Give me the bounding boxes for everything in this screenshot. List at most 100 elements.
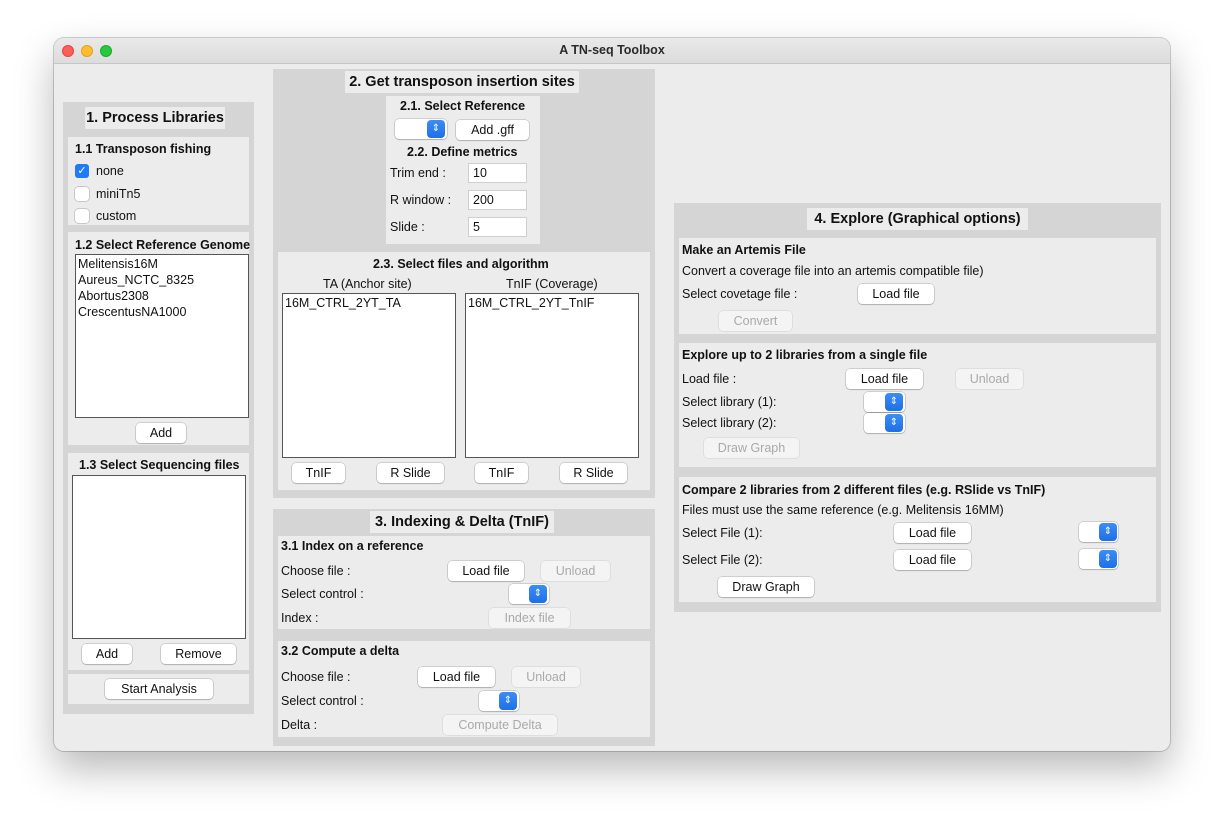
add-genome-button[interactable]: Add: [136, 423, 186, 443]
file1-library-select[interactable]: ⇕: [1079, 522, 1118, 542]
delta-choose-file-label: Choose file :: [281, 670, 351, 684]
list-item[interactable]: 16M_CTRL_2YT_TA: [285, 295, 453, 311]
trim-end-label: Trim end :: [390, 166, 446, 180]
remove-seqfile-button[interactable]: Remove: [161, 644, 236, 664]
ta-files-list[interactable]: 16M_CTRL_2YT_TA: [282, 293, 456, 458]
window-title: A TN-seq Toolbox: [559, 43, 665, 57]
chevron-updown-icon: ⇕: [1099, 550, 1117, 568]
section-insertion-sites: 2. Get transposon insertion sites 2.1. S…: [273, 69, 655, 498]
tnif-header: TnIF (Coverage): [506, 277, 598, 291]
genome-list[interactable]: Melitensis16M Aureus_NCTC_8325 Abortus23…: [75, 254, 249, 418]
genome-title: 1.2 Select Reference Genome: [75, 238, 251, 252]
compare-draw-graph-button[interactable]: Draw Graph: [718, 577, 814, 597]
none-label: none: [96, 164, 124, 178]
explore-load-file-button[interactable]: Load file: [846, 369, 923, 389]
library1-label: Select library (1):: [682, 395, 777, 409]
reference-genome-group: 1.2 Select Reference Genome Melitensis16…: [68, 232, 251, 445]
files-algorithm-group: 2.3. Select files and algorithm TA (Anch…: [278, 252, 650, 490]
tnif-files-list[interactable]: 16M_CTRL_2YT_TnIF: [465, 293, 639, 458]
chevron-updown-icon: ⇕: [1099, 523, 1117, 541]
seqfiles-title: 1.3 Select Sequencing files: [79, 458, 240, 472]
trim-end-input[interactable]: 10: [468, 163, 527, 183]
ta-rslide-button[interactable]: R Slide: [377, 463, 444, 483]
explore-unload-button[interactable]: Unload: [956, 369, 1023, 389]
custom-checkbox[interactable]: [75, 209, 89, 223]
files-algorithm-title: 2.3. Select files and algorithm: [373, 257, 549, 271]
file1-load-button[interactable]: Load file: [894, 523, 971, 543]
add-gff-button[interactable]: Add .gff: [456, 120, 529, 140]
file1-label: Select File (1):: [682, 526, 763, 540]
list-item[interactable]: CrescentusNA1000: [78, 304, 246, 320]
reference-metrics-group: 2.1. Select Reference ⇕ Add .gff 2.2. De…: [386, 96, 540, 244]
section4-title: 4. Explore (Graphical options): [807, 208, 1028, 230]
delta-control-label: Select control :: [281, 694, 364, 708]
compare-title: Compare 2 libraries from 2 different fil…: [682, 483, 1046, 497]
file2-library-select[interactable]: ⇕: [1079, 549, 1118, 569]
tnif-rslide-button[interactable]: R Slide: [560, 463, 627, 483]
list-item[interactable]: Aureus_NCTC_8325: [78, 272, 246, 288]
delta-label: Delta :: [281, 718, 318, 732]
index-control-label: Select control :: [281, 587, 364, 601]
explore-title: Explore up to 2 libraries from a single …: [682, 348, 928, 362]
index-file-button[interactable]: Index file: [489, 608, 570, 628]
slide-label: Slide :: [390, 220, 425, 234]
file2-load-button[interactable]: Load file: [894, 550, 971, 570]
index-title: 3.1 Index on a reference: [281, 539, 424, 553]
library2-select[interactable]: ⇕: [864, 413, 905, 433]
index-choose-file-label: Choose file :: [281, 564, 351, 578]
custom-label: custom: [96, 209, 137, 223]
delta-unload-button[interactable]: Unload: [512, 667, 580, 687]
sequencing-files-list[interactable]: [72, 475, 246, 639]
none-checkbox[interactable]: ✓: [75, 164, 89, 178]
select-reference-title: 2.1. Select Reference: [400, 99, 526, 113]
r-window-input[interactable]: 200: [468, 190, 527, 210]
start-analysis-button[interactable]: Start Analysis: [105, 679, 213, 699]
ta-tnif-button[interactable]: TnIF: [292, 463, 345, 483]
artemis-description: Convert a coverage file into an artemis …: [682, 264, 984, 278]
index-control-select[interactable]: ⇕: [509, 584, 549, 604]
app-window: A TN-seq Toolbox 1. Process Libraries 1.…: [54, 38, 1170, 751]
minitn5-checkbox[interactable]: [75, 187, 89, 201]
library2-label: Select library (2):: [682, 416, 777, 430]
list-item[interactable]: 16M_CTRL_2YT_TnIF: [468, 295, 636, 311]
artemis-load-file-button[interactable]: Load file: [858, 284, 934, 304]
r-window-label: R window :: [390, 193, 452, 207]
section3-title: 3. Indexing & Delta (TnIF): [370, 511, 554, 533]
delta-control-select[interactable]: ⇕: [479, 691, 519, 711]
list-item[interactable]: Melitensis16M: [78, 256, 246, 272]
section1-title: 1. Process Libraries: [85, 107, 225, 129]
chevron-updown-icon: ⇕: [499, 692, 517, 710]
compare-files-group: Compare 2 libraries from 2 different fil…: [679, 477, 1156, 602]
chevron-updown-icon: ⇕: [529, 585, 547, 603]
convert-button[interactable]: Convert: [719, 311, 792, 331]
compute-delta-group: 3.2 Compute a delta Choose file : Load f…: [278, 641, 650, 737]
section-explore: 4. Explore (Graphical options) Make an A…: [674, 203, 1161, 612]
chevron-updown-icon: ⇕: [885, 393, 903, 411]
reference-select[interactable]: ⇕: [395, 119, 447, 139]
explore-draw-graph-button[interactable]: Draw Graph: [704, 438, 799, 458]
transposon-fishing-group: 1.1 Transposon fishing ✓ none miniTn5 cu…: [68, 137, 249, 225]
library1-select[interactable]: ⇕: [864, 392, 905, 412]
section-indexing-delta: 3. Indexing & Delta (TnIF) 3.1 Index on …: [273, 509, 655, 746]
chevron-updown-icon: ⇕: [427, 120, 445, 138]
slide-input[interactable]: 5: [468, 217, 527, 237]
title-bar: A TN-seq Toolbox: [54, 38, 1170, 64]
start-analysis-group: Start Analysis: [68, 674, 249, 704]
list-item[interactable]: Abortus2308: [78, 288, 246, 304]
coverage-file-label: Select covetage file :: [682, 287, 798, 301]
index-reference-group: 3.1 Index on a reference Choose file : L…: [278, 536, 650, 629]
add-seqfile-button[interactable]: Add: [82, 644, 132, 664]
tnif-tnif-button[interactable]: TnIF: [475, 463, 528, 483]
define-metrics-title: 2.2. Define metrics: [407, 145, 518, 159]
section2-title: 2. Get transposon insertion sites: [345, 71, 579, 93]
delta-load-file-button[interactable]: Load file: [418, 667, 495, 687]
index-load-file-button[interactable]: Load file: [448, 561, 524, 581]
compute-delta-button[interactable]: Compute Delta: [443, 715, 557, 735]
chevron-updown-icon: ⇕: [885, 414, 903, 432]
compare-description: Files must use the same reference (e.g. …: [682, 503, 1004, 517]
fishing-title: 1.1 Transposon fishing: [75, 142, 212, 156]
delta-title: 3.2 Compute a delta: [281, 644, 400, 658]
explore-load-file-label: Load file :: [682, 372, 737, 386]
sequencing-files-group: 1.3 Select Sequencing files Add Remove: [68, 453, 249, 670]
index-unload-button[interactable]: Unload: [541, 561, 610, 581]
